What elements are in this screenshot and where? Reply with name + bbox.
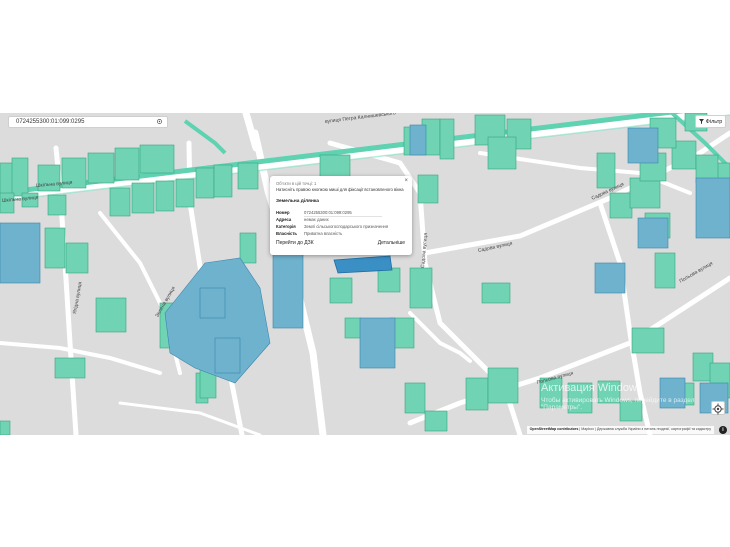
row-value: Приватна власність [304,231,343,236]
filter-button[interactable]: Фільтр [695,115,726,128]
selected-parcel [333,255,393,274]
row-value: 0724255300:01:099:0295 [304,210,352,215]
row-key: Категорія [276,224,296,229]
funnel-icon [698,119,704,124]
watermark-title: Активация Windows [541,382,643,394]
details-button[interactable]: Детальніше [378,240,405,246]
row-value: Землі сільськогосподарського призначення [304,224,389,229]
search-value: 0724255300:01:099:0295 [16,119,85,125]
osm-link[interactable]: OpenStreetMap contributors [530,427,579,431]
section-title: Земельна ділянка [276,199,319,204]
row-key: Номер [276,210,290,215]
info-icon[interactable]: i [719,426,727,434]
close-icon[interactable]: × [404,178,408,184]
search-input[interactable]: 0724255300:01:099:0295 [8,116,168,128]
filter-label: Фільтр [705,118,723,125]
windows-activation-watermark: Активация Windows Чтобы активировать Win… [541,382,730,411]
row-key: Власність [276,231,297,236]
parcel-info-popup: Об'єкти в цій точці: 1 × Натисніть право… [270,176,412,255]
row-key: Адреса [276,217,292,222]
map-attribution: OpenStreetMap contributors | Mapbox | Де… [526,426,714,434]
go-to-dzk-button[interactable]: Перейти до ДЗК [276,240,314,246]
attribution-text: | Mapbox | Державна служба України з пит… [578,427,711,431]
crosshair-icon[interactable] [156,118,163,125]
fix-window-hint: Натисніть правою кнопкою миші для фіксац… [276,187,404,192]
watermark-text: Чтобы активировать Windows, перейдите в … [541,397,695,411]
row-value: немає даних [304,217,329,222]
objects-count: Об'єкти в цій точці: 1 [276,181,317,186]
